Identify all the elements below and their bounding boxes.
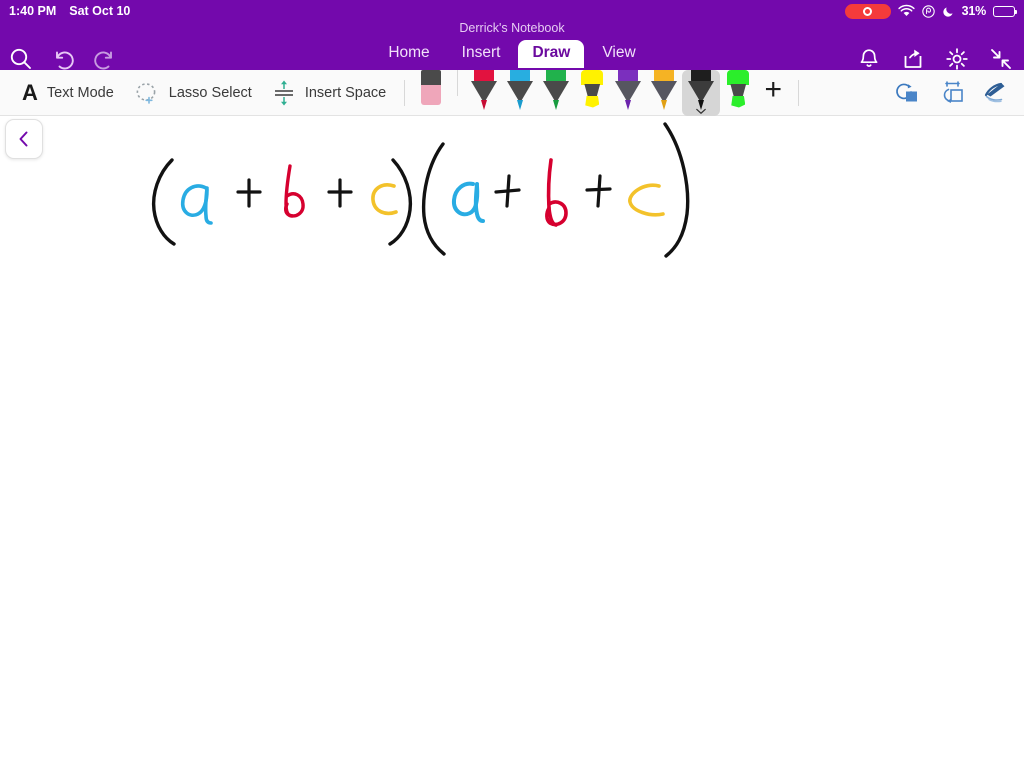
cyan-pen-icon bbox=[507, 69, 534, 112]
ink-to-math-icon[interactable] bbox=[936, 78, 966, 108]
text-mode-button[interactable]: A Text Mode bbox=[12, 73, 124, 113]
insert-space-button[interactable]: Insert Space bbox=[262, 73, 396, 113]
ribbon-right-actions bbox=[856, 46, 1014, 72]
ink-letter-c-1 bbox=[371, 183, 398, 216]
ink-letter-c-2 bbox=[628, 183, 665, 217]
toolbar-divider-2 bbox=[457, 69, 459, 96]
black-pen-icon bbox=[688, 69, 715, 112]
eraser-icon bbox=[418, 69, 444, 110]
lasso-select-icon bbox=[136, 82, 156, 104]
orientation-lock-icon bbox=[921, 4, 935, 18]
green-pen-icon bbox=[543, 69, 570, 112]
ink-letter-a-2-stem bbox=[473, 182, 485, 223]
ink-strokes-expression bbox=[151, 122, 690, 258]
pen-yellow-highlighter[interactable] bbox=[574, 69, 610, 116]
eraser-body bbox=[421, 84, 442, 105]
document-title: Derrick's Notebook bbox=[459, 21, 565, 35]
insert-space-label: Insert Space bbox=[304, 84, 387, 101]
ink-letter-a-1 bbox=[180, 184, 209, 217]
app-ribbon-header: Derrick's Notebook Home Insert Draw View bbox=[0, 21, 1024, 72]
lasso-select-label: Lasso Select bbox=[168, 84, 252, 101]
ink-letter-b-2-stem bbox=[546, 158, 558, 227]
battery-icon bbox=[993, 5, 1018, 17]
insert-space-icon bbox=[274, 80, 293, 105]
eraser-top bbox=[421, 69, 442, 86]
ink-plus-4-v bbox=[596, 174, 602, 208]
ink-plus-3-v bbox=[505, 174, 511, 208]
pen-gold[interactable] bbox=[646, 69, 682, 116]
pen-red[interactable] bbox=[466, 69, 502, 116]
tab-draw[interactable]: Draw bbox=[518, 40, 585, 68]
pen-tip bbox=[517, 99, 524, 110]
ink-open-paren-2 bbox=[421, 142, 446, 256]
gold-pen-icon bbox=[651, 69, 678, 112]
ios-status-bar: 1:40 PM Sat Oct 10 31% bbox=[0, 0, 1024, 22]
status-bar-time: 1:40 PM bbox=[9, 4, 57, 18]
pen-tray: + bbox=[413, 69, 790, 116]
battery-percent-label: 31% bbox=[961, 4, 987, 18]
pen-purple[interactable] bbox=[610, 69, 646, 116]
status-bar-right: 31% bbox=[844, 3, 1018, 19]
pen-tip bbox=[481, 99, 488, 110]
tab-home[interactable]: Home bbox=[374, 40, 443, 68]
pen-tip bbox=[553, 99, 560, 110]
green-highlighter-icon bbox=[725, 69, 751, 112]
lasso-select-button[interactable]: Lasso Select bbox=[124, 73, 262, 113]
screen-recording-indicator bbox=[844, 3, 891, 19]
status-bar-left: 1:40 PM Sat Oct 10 bbox=[9, 4, 130, 18]
ink-to-shape-icon[interactable] bbox=[892, 78, 922, 108]
purple-pen-icon bbox=[615, 69, 642, 112]
toolbar-divider-3 bbox=[798, 79, 800, 106]
yellow-highlighter-icon bbox=[579, 69, 605, 112]
recording-dot-icon bbox=[863, 6, 873, 16]
notification-bell-icon[interactable] bbox=[856, 46, 882, 72]
pen-green[interactable] bbox=[538, 69, 574, 116]
red-pen-icon bbox=[471, 69, 498, 112]
ink-letter-a-1-stem bbox=[203, 186, 213, 225]
ink-conversion-tools bbox=[892, 78, 1024, 108]
pen-tip bbox=[661, 99, 668, 110]
wifi-icon bbox=[897, 4, 915, 17]
highlighter-body bbox=[730, 83, 747, 97]
do-not-disturb-moon-icon bbox=[942, 6, 953, 17]
tab-insert[interactable]: Insert bbox=[448, 40, 515, 68]
draw-tools-toolbar: A Text Mode Lasso Select Insert Space + bbox=[0, 69, 1024, 116]
text-mode-icon: A bbox=[22, 79, 38, 105]
highlighter-cap bbox=[727, 69, 750, 85]
ink-letter-a-2 bbox=[451, 181, 480, 217]
pen-green-highlighter[interactable] bbox=[720, 69, 756, 116]
highlighter-nib bbox=[585, 95, 600, 108]
pen-cyan[interactable] bbox=[502, 69, 538, 116]
ink-letter-b-1-bowl bbox=[284, 192, 305, 218]
settings-gear-icon[interactable] bbox=[944, 46, 970, 72]
text-mode-label: Text Mode bbox=[46, 84, 114, 101]
chevron-down-icon[interactable] bbox=[696, 108, 707, 115]
pen-black[interactable] bbox=[682, 69, 721, 116]
status-bar-date: Sat Oct 10 bbox=[69, 4, 131, 18]
tab-view[interactable]: View bbox=[588, 40, 649, 68]
ink-open-paren-1 bbox=[151, 158, 176, 246]
highlighter-cap bbox=[581, 69, 604, 85]
onenote-app-window: 1:40 PM Sat Oct 10 31% Derrick's Noteboo… bbox=[0, 0, 1024, 768]
highlighter-body bbox=[584, 83, 601, 97]
share-icon[interactable] bbox=[900, 46, 926, 72]
collapse-ribbon-icon[interactable] bbox=[988, 46, 1014, 72]
note-canvas[interactable] bbox=[0, 116, 1024, 768]
add-pen-button[interactable]: + bbox=[756, 70, 790, 110]
ink-to-text-icon[interactable] bbox=[980, 78, 1010, 108]
highlighter-nib bbox=[731, 95, 746, 108]
pen-tip bbox=[625, 99, 632, 110]
ink-close-paren-1 bbox=[388, 158, 413, 246]
toolbar-divider-1 bbox=[404, 79, 406, 106]
pen-eraser[interactable] bbox=[413, 69, 449, 116]
ink-close-paren-2 bbox=[663, 122, 690, 258]
